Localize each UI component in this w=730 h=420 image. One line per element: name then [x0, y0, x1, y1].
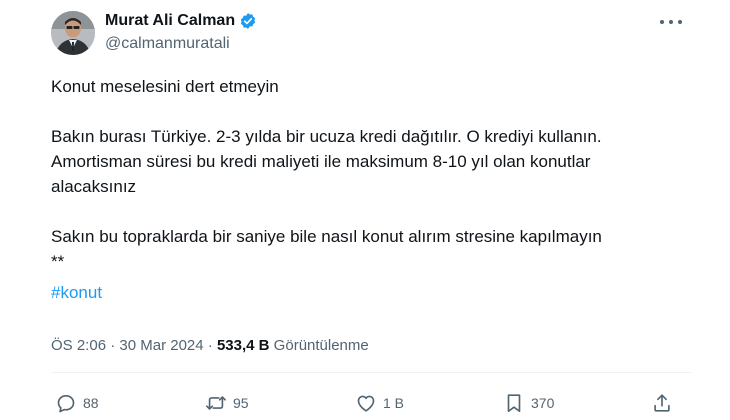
reply-count: 88 — [83, 395, 99, 411]
avatar[interactable] — [51, 11, 95, 55]
meta-separator: · — [203, 337, 217, 354]
views-label: Görüntülenme — [269, 337, 369, 354]
bookmark-icon — [507, 394, 521, 413]
author-handle[interactable]: @calmanmuratali — [105, 35, 230, 53]
like-count: 1 B — [383, 395, 405, 411]
like-button[interactable]: 1 B — [355, 392, 404, 414]
reply-icon — [57, 395, 75, 413]
like-icon — [357, 395, 375, 412]
more-options-icon[interactable] — [660, 14, 682, 30]
views-count: 533,4 B — [216, 337, 270, 354]
repost-button[interactable]: 95 — [205, 392, 249, 414]
author-name-row: Murat Ali Calman — [105, 11, 257, 31]
share-button[interactable] — [651, 392, 673, 414]
hashtag-link[interactable]: #konut — [51, 280, 691, 305]
meta-separator: · — [106, 337, 120, 354]
action-bar: 88 95 1 B 370 — [0, 392, 730, 418]
tweet-meta: ÖS 2:06 · 30 Mar 2024 · 533,4 B Görüntül… — [51, 337, 369, 354]
tweet-text: Konut meselesini dert etmeyin Bakın bura… — [51, 74, 691, 305]
share-icon — [654, 394, 670, 412]
tweet-paragraph: Sakın bu topraklarda bir saniye bile nas… — [51, 227, 602, 271]
reply-button[interactable]: 88 — [55, 392, 99, 414]
bookmark-count: 370 — [531, 395, 555, 411]
tweet-paragraph: Konut meselesini dert etmeyin — [51, 77, 279, 96]
repost-icon — [206, 396, 226, 410]
verified-badge-icon — [240, 13, 256, 29]
repost-count: 95 — [233, 395, 249, 411]
tweet-paragraph: Bakın burası Türkiye. 2-3 yılda bir ucuz… — [51, 127, 602, 196]
bookmark-button[interactable]: 370 — [503, 392, 554, 414]
divider — [51, 372, 691, 373]
tweet-date[interactable]: 30 Mar 2024 — [119, 337, 203, 354]
tweet-time[interactable]: ÖS 2:06 — [51, 337, 106, 354]
author-display-name[interactable]: Murat Ali Calman — [105, 11, 235, 31]
avatar-image — [51, 11, 95, 55]
